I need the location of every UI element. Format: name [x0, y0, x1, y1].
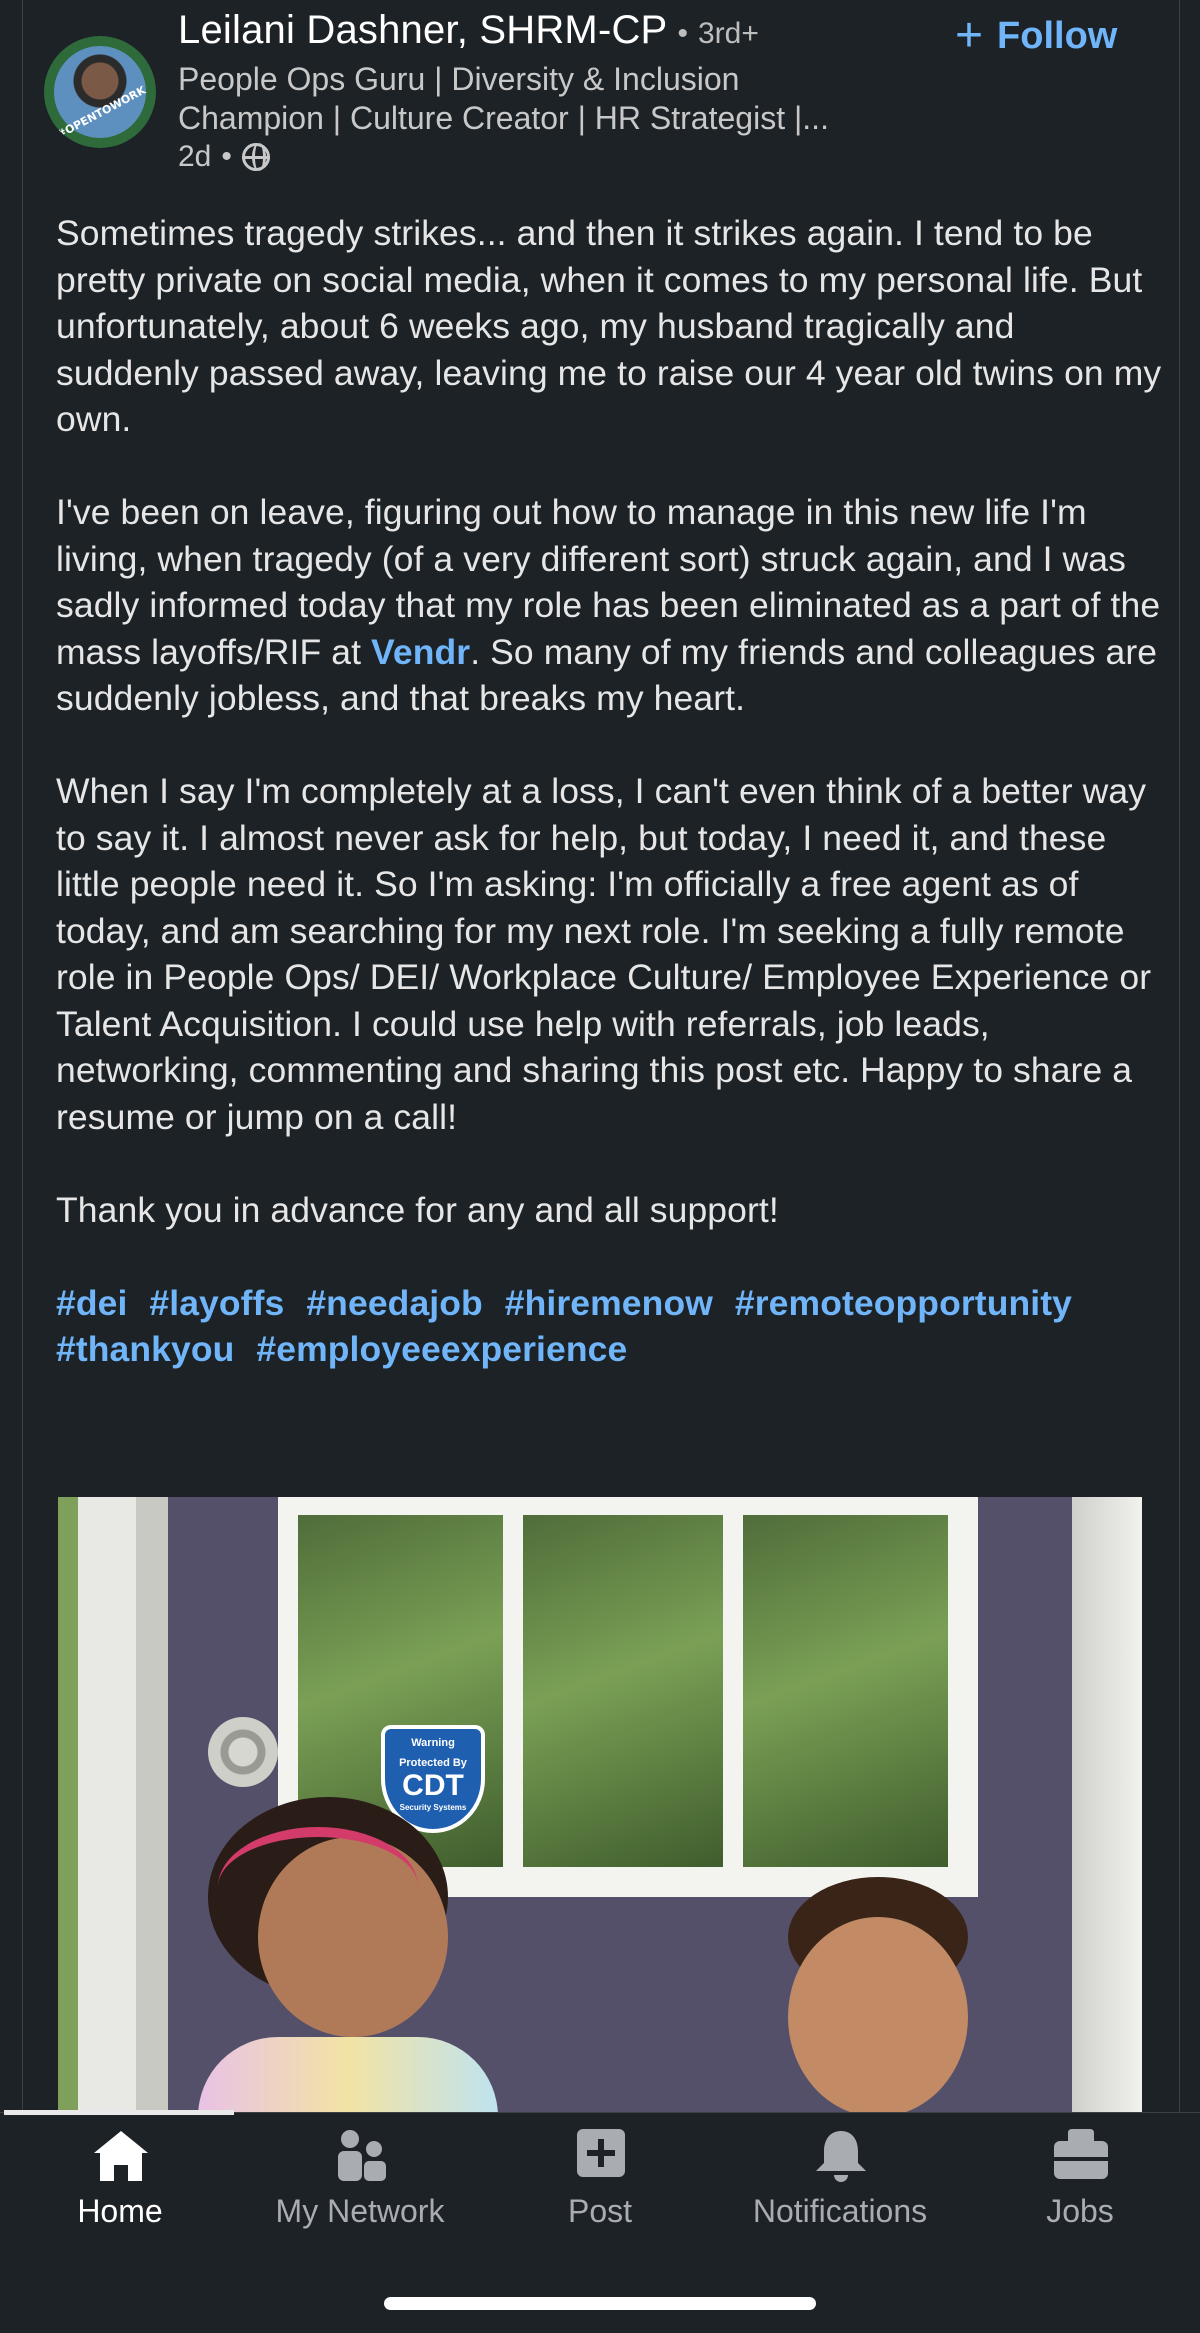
home-indicator[interactable] — [384, 2297, 816, 2310]
window-pane — [523, 1515, 723, 1867]
face — [788, 1917, 968, 2112]
shirt — [198, 2037, 498, 2112]
tab-home[interactable]: Home — [0, 2113, 240, 2243]
post-paragraph-3: When I say I'm completely at a loss, I c… — [56, 771, 1152, 1137]
tab-label: My Network — [275, 2193, 445, 2229]
globe-icon — [241, 143, 270, 171]
post-meta: 2d • — [178, 140, 270, 174]
follow-button[interactable]: + Follow — [955, 12, 1117, 60]
company-mention-link[interactable]: Vendr — [371, 632, 470, 672]
hashtag-link[interactable]: #remoteopportunity — [735, 1283, 1072, 1323]
post-paragraph-4: Thank you in advance for any and all sup… — [56, 1189, 779, 1230]
tab-label: Jobs — [1046, 2193, 1114, 2229]
hashtag-link[interactable]: #employeeexperience — [256, 1329, 627, 1369]
tab-label: Post — [567, 2193, 633, 2229]
door-frame — [1072, 1497, 1142, 2112]
avatar[interactable]: #OPENTOWORK — [44, 36, 156, 148]
briefcase-icon — [1054, 2129, 1108, 2179]
hashtag-link[interactable]: #needajob — [306, 1283, 482, 1323]
follow-label: Follow — [997, 14, 1118, 57]
post-image[interactable]: Warning Protected By CDT Security System… — [58, 1497, 1142, 2112]
tab-my-network[interactable]: My Network — [240, 2113, 480, 2243]
hashtag-list: #dei #layoffs #needajob #hiremenow #remo… — [56, 1280, 1166, 1373]
tab-jobs[interactable]: Jobs — [960, 2113, 1200, 2243]
hashtag-link[interactable]: #thankyou — [56, 1329, 234, 1369]
hashtag-link[interactable]: #hiremenow — [505, 1283, 713, 1323]
separator-dot: • — [221, 140, 232, 173]
network-icon — [338, 2130, 386, 2181]
child-girl — [198, 1797, 498, 2112]
connection-degree: 3rd+ — [697, 17, 759, 50]
post-paragraph-2: I've been on leave, figuring out how to … — [56, 489, 1166, 722]
separator-dot: • — [677, 17, 688, 50]
window-pane — [743, 1515, 948, 1867]
post-age: 2d — [178, 140, 212, 173]
author-headline: People Ops Guru | Diversity & Inclusion … — [178, 60, 918, 138]
tab-notifications[interactable]: Notifications — [720, 2113, 960, 2243]
post-text: Sometimes tragedy strikes... and then it… — [56, 210, 1166, 1373]
door-lock — [208, 1717, 278, 1787]
plus-icon: + — [955, 9, 984, 62]
author-name[interactable]: Leilani Dashner, SHRM-CP — [178, 8, 667, 53]
bell-icon — [816, 2131, 866, 2182]
hashtag-link[interactable]: #dei — [56, 1283, 127, 1323]
headband — [218, 1827, 418, 1947]
tab-label: Home — [77, 2193, 163, 2229]
headline-line-2: Champion | Culture Creator | HR Strategi… — [178, 100, 829, 136]
sticker-line-2: Protected By — [399, 1757, 467, 1769]
tab-post[interactable]: Post — [480, 2113, 720, 2243]
sticker-line-1: Warning — [411, 1737, 455, 1749]
tab-label: Notifications — [752, 2193, 928, 2229]
door-frame — [58, 1497, 168, 2112]
home-icon — [94, 2131, 148, 2181]
author-name-row: Leilani Dashner, SHRM-CP • 3rd+ — [178, 8, 759, 53]
headline-line-1: People Ops Guru | Diversity & Inclusion — [178, 61, 740, 97]
post-icon — [577, 2129, 625, 2177]
hashtag-link[interactable]: #layoffs — [149, 1283, 284, 1323]
child-boy — [768, 1877, 998, 2112]
post-paragraph-1: Sometimes tragedy strikes... and then it… — [56, 213, 1162, 439]
